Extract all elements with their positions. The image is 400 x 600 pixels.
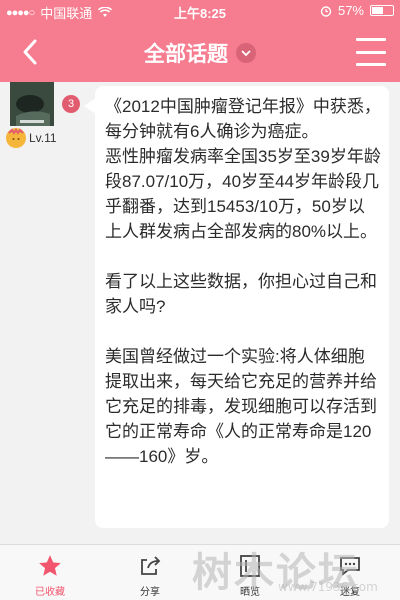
tab-view[interactable]: 晒览 [220, 545, 280, 600]
menu-button[interactable] [356, 38, 386, 66]
alarm-clock-icon [320, 5, 332, 17]
reply-icon [337, 553, 363, 579]
post-content: 《2012中国肿瘤登记年报》中获悉，每分钟就有6人确诊为癌症。 恶性肿瘤发病率全… [105, 97, 381, 466]
level-medal-icon [6, 128, 26, 148]
comment-count-badge: 3 [62, 95, 80, 113]
menu-line [356, 38, 386, 41]
tab-label: 分享 [140, 587, 160, 598]
topic-selector[interactable]: 全部话题 [0, 38, 400, 68]
star-icon [37, 553, 63, 579]
battery-percent: 57% [337, 3, 364, 18]
navigation-bar: 全部话题 [0, 22, 400, 82]
avatar[interactable] [10, 82, 54, 126]
view-icon [237, 553, 263, 579]
tab-share[interactable]: 分享 [120, 545, 180, 600]
tab-favorite[interactable]: 已收藏 [20, 545, 80, 600]
share-icon [137, 553, 163, 579]
page-title: 全部话题 [144, 43, 228, 66]
post-bubble: 《2012中国肿瘤登记年报》中获悉，每分钟就有6人确诊为癌症。 恶性肿瘤发病率全… [95, 86, 389, 528]
chevron-down-icon [236, 43, 256, 63]
tab-label: 晒览 [240, 587, 260, 598]
bottom-tab-bar: 已收藏 分享 晒览 迷复 [0, 544, 400, 600]
user-level: Lv.11 [6, 128, 57, 148]
tab-reply[interactable]: 迷复 [320, 545, 380, 600]
level-label: Lv.11 [29, 131, 57, 145]
tab-label: 已收藏 [35, 587, 65, 598]
status-bar: ●●●●○ 中国联通 上午8:25 57% [0, 0, 400, 22]
tab-label: 迷复 [340, 587, 360, 598]
menu-line [356, 63, 386, 66]
menu-line [356, 50, 386, 54]
battery-icon [370, 5, 394, 16]
